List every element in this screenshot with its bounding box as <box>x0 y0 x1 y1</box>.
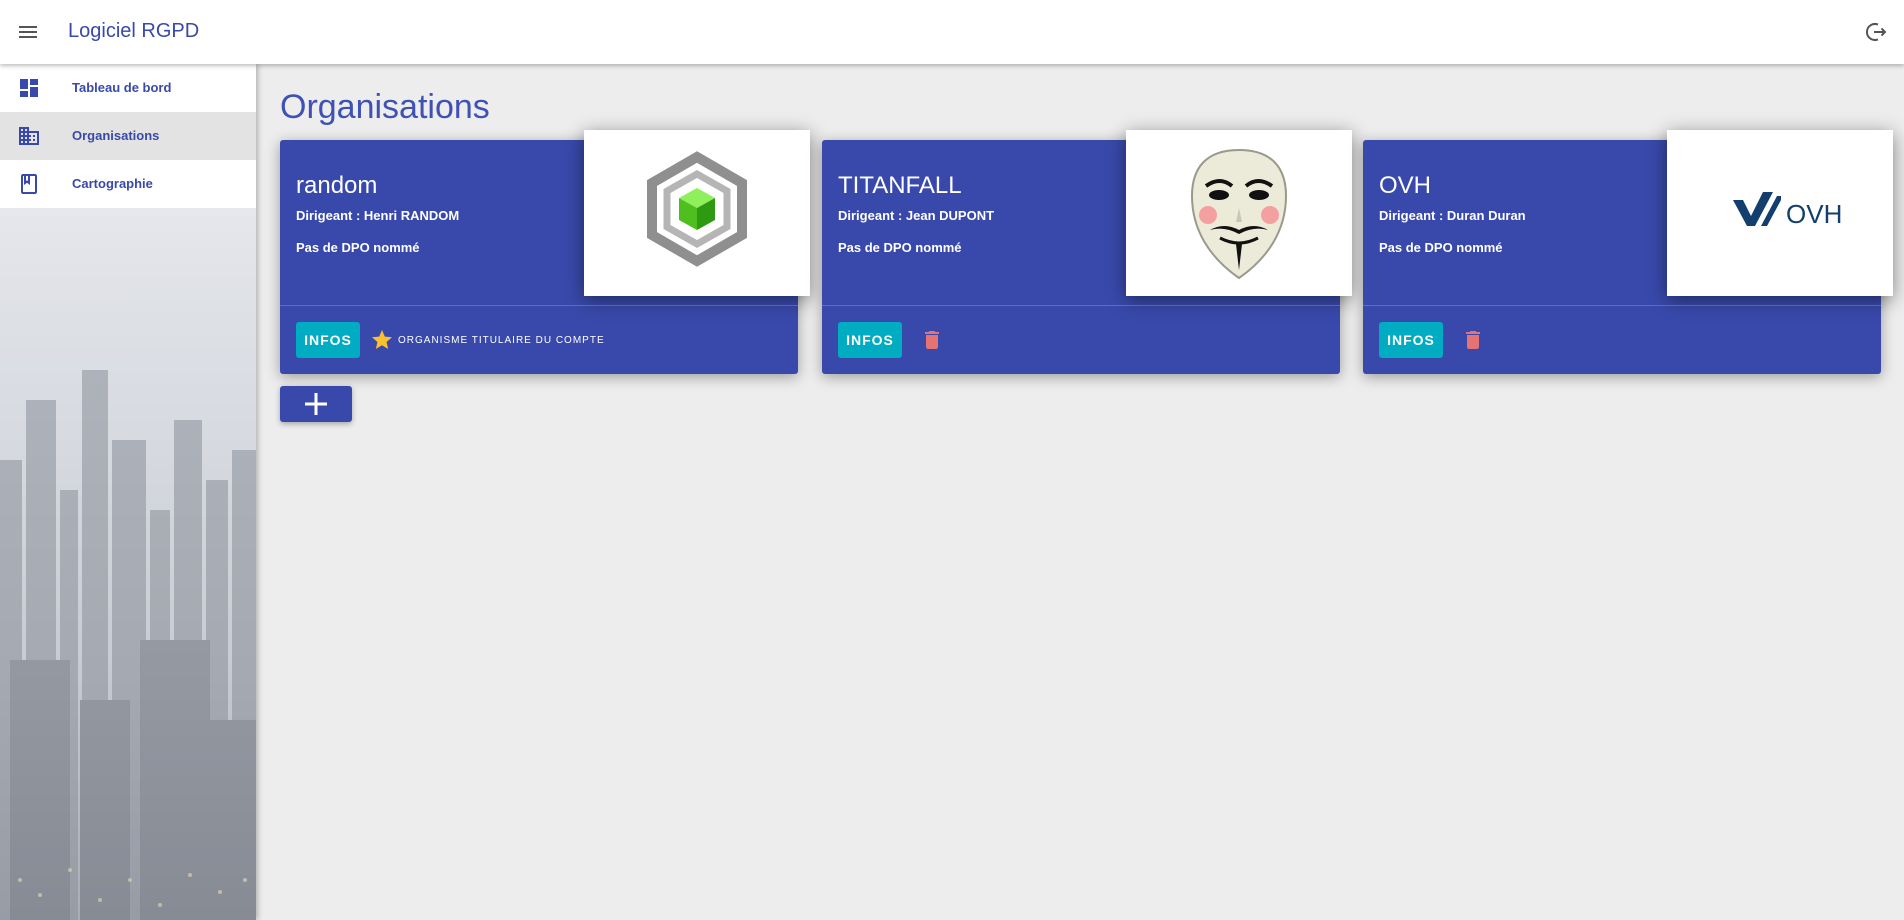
organisation-dpo: Pas de DPO nommé <box>838 240 962 255</box>
guy-fawkes-mask-logo <box>1190 148 1288 280</box>
account-owner-label: ORGANISME TITULAIRE DU COMPTE <box>398 335 605 346</box>
infos-button[interactable]: INFOS <box>296 322 360 358</box>
svg-text:OVH: OVH <box>1786 199 1842 229</box>
sidebar-item-label: Tableau de bord <box>72 80 172 95</box>
organisation-logo <box>584 130 810 296</box>
app-bar: Logiciel RGPD <box>0 0 1904 64</box>
add-organisation-button[interactable] <box>280 386 352 422</box>
organisation-name: random <box>296 172 378 199</box>
ovh-logo: OVH <box>1733 192 1842 229</box>
sidebar-nav: Tableau de bord Organisations Cartograph… <box>0 64 256 208</box>
delete-icon[interactable] <box>1461 328 1485 352</box>
book-icon <box>21 174 37 194</box>
card-divider <box>822 305 1340 306</box>
card-divider <box>1363 305 1881 306</box>
sidebar-item-label: Organisations <box>72 128 160 143</box>
organisation-director: Dirigeant : Duran Duran <box>1379 208 1526 223</box>
hexagon-cube-logo <box>647 151 747 267</box>
infos-button[interactable]: INFOS <box>1379 322 1443 358</box>
organisation-dpo: Pas de DPO nommé <box>296 240 420 255</box>
sidebar-item-cartographie[interactable]: Cartographie <box>0 160 256 208</box>
app-title: Logiciel RGPD <box>68 20 200 42</box>
delete-icon[interactable] <box>920 328 944 352</box>
organisation-director: Dirigeant : Henri RANDOM <box>296 208 460 223</box>
organisation-card: TITANFALL Dirigeant : Jean DUPONT Pas de… <box>822 130 1352 374</box>
sidebar: Tableau de bord Organisations Cartograph… <box>0 64 256 920</box>
organisation-director: Dirigeant : Jean DUPONT <box>838 208 995 223</box>
organisation-dpo: Pas de DPO nommé <box>1379 240 1503 255</box>
organisation-logo <box>1126 130 1352 296</box>
sidebar-item-organisations[interactable]: Organisations <box>0 112 256 160</box>
dashboard-icon <box>20 79 38 97</box>
organisation-name: TITANFALL <box>838 172 962 199</box>
page-title: Organisations <box>280 88 490 126</box>
sidebar-item-tableau-de-bord[interactable]: Tableau de bord <box>0 64 256 112</box>
organisation-card: OVH Dirigeant : Duran Duran Pas de DPO n… <box>1363 130 1893 374</box>
menu-icon[interactable] <box>16 20 40 44</box>
card-divider <box>280 305 798 306</box>
sidebar-item-label: Cartographie <box>72 176 153 191</box>
star-icon <box>372 330 392 349</box>
organisation-card: random Dirigeant : Henri RANDOM Pas de D… <box>280 130 810 374</box>
organisation-name: OVH <box>1379 172 1432 199</box>
organisation-logo: OVH <box>1667 130 1893 296</box>
business-icon <box>19 127 39 145</box>
add-icon <box>305 393 327 415</box>
logout-icon[interactable] <box>1864 20 1888 44</box>
city-background-image <box>0 370 256 920</box>
infos-button[interactable]: INFOS <box>838 322 902 358</box>
